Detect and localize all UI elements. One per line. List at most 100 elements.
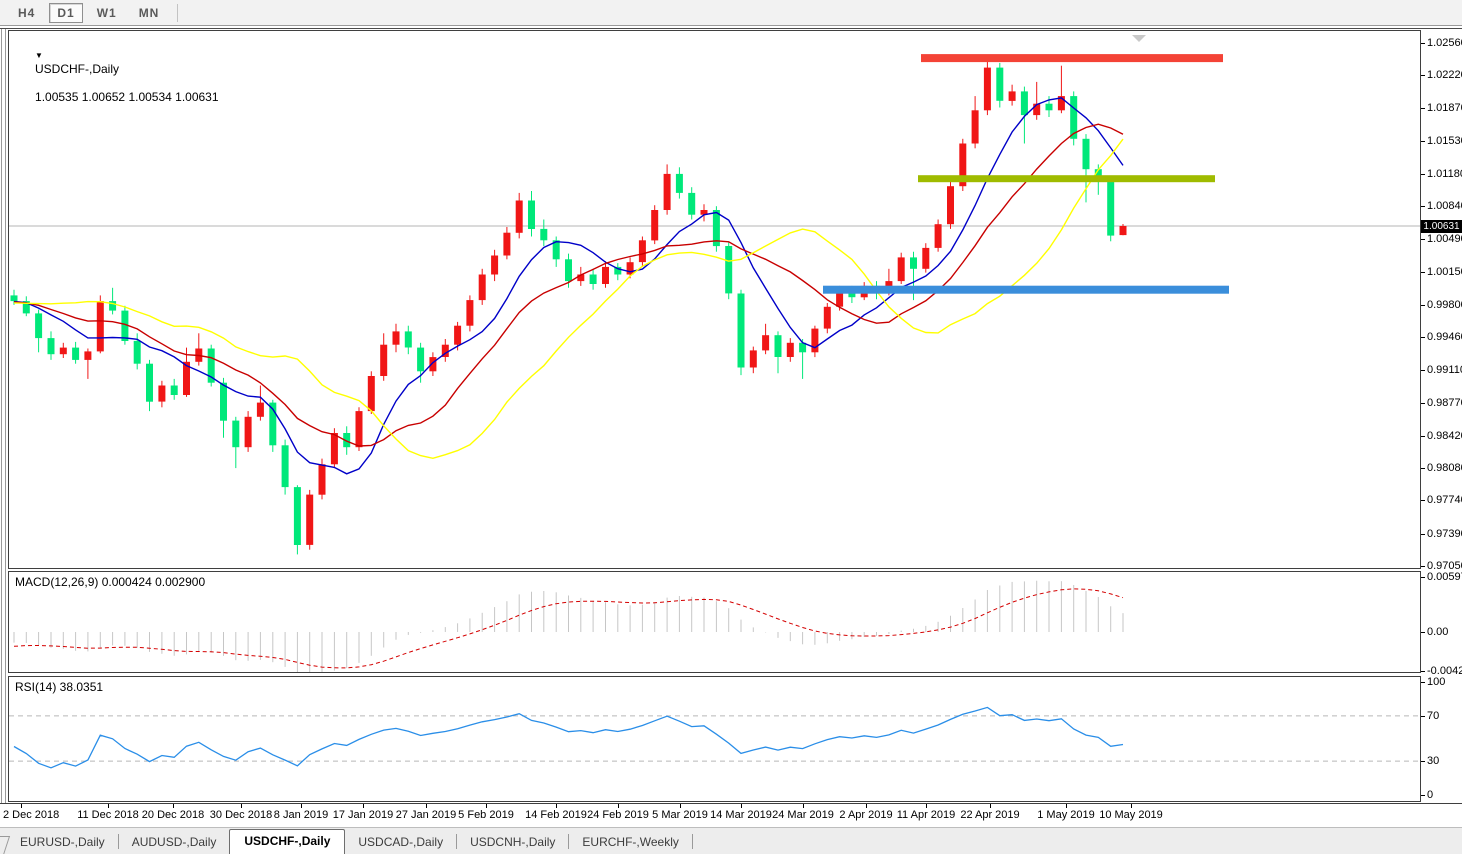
tab-separator — [691, 834, 693, 849]
date-tick — [426, 804, 427, 808]
axis-tick — [1421, 42, 1425, 44]
trading-platform-window: H4 D1 W1 MN ▼ USDCHF-,Daily 1.00535 1.00652… — [0, 0, 1462, 854]
date-tick — [486, 804, 487, 808]
axis-tick — [1421, 206, 1425, 208]
chart-tab-eurusd[interactable]: EURUSD-,Daily — [7, 831, 118, 854]
date-label: 5 Feb 2019 — [458, 809, 514, 821]
axis-tick — [1421, 337, 1425, 339]
date-tick — [741, 804, 742, 808]
date-axis: 2 Dec 2018 11 Dec 2018 20 Dec 2018 30 Dec 2… — [0, 803, 1462, 827]
axis-tick — [1421, 533, 1425, 535]
axis-tick — [1421, 75, 1425, 77]
axis-label: 0.99800 — [1427, 298, 1462, 311]
axis-label: 1.02220 — [1427, 69, 1462, 82]
timeframe-button-w1[interactable]: W1 — [89, 3, 125, 23]
date-label: 22 Apr 2019 — [960, 809, 1020, 821]
date-tick — [618, 804, 619, 808]
axis-label: 70 — [1427, 709, 1440, 722]
date-tick — [990, 804, 991, 808]
candlestick-chart — [9, 35, 1420, 555]
date-tick — [803, 804, 804, 808]
date-label: 10 May 2019 — [1099, 809, 1163, 821]
axis-tick — [1421, 304, 1425, 306]
axis-label: 0.97390 — [1427, 527, 1462, 540]
symbol-dropdown-icon: ▼ — [35, 51, 43, 60]
chart-tab-usdcad[interactable]: USDCAD-,Daily — [345, 831, 456, 854]
macd-label: MACD(12,26,9) 0.000424 0.002900 — [15, 575, 206, 589]
axis-tick — [1421, 500, 1425, 502]
date-label: 11 Dec 2018 — [77, 809, 139, 821]
date-label: 24 Mar 2019 — [772, 809, 834, 821]
macd-chart — [13, 580, 1124, 672]
date-tick — [1131, 804, 1132, 808]
date-label: 2 Apr 2019 — [839, 809, 893, 821]
axis-label: 0.97740 — [1427, 494, 1462, 507]
date-label: 5 Mar 2019 — [652, 809, 708, 821]
ma-slow-yellow[interactable] — [13, 138, 1124, 460]
support-line-blue[interactable] — [823, 285, 1229, 294]
date-tick — [301, 804, 302, 808]
chart-shift-marker-icon — [1132, 35, 1146, 42]
macd-panel: MACD(12,26,9) 0.000424 0.002900 — [8, 571, 1421, 673]
date-tick — [926, 804, 927, 808]
axis-label: 0.00597 — [1427, 570, 1462, 583]
date-label: 24 Feb 2019 — [587, 809, 649, 821]
date-label: 14 Feb 2019 — [525, 809, 587, 821]
axis-tick — [1421, 671, 1425, 673]
axis-tick — [1421, 632, 1425, 633]
axis-tick — [1421, 435, 1425, 437]
axis-tick — [1421, 682, 1425, 683]
date-label: 1 May 2019 — [1037, 809, 1095, 821]
date-tick — [363, 804, 364, 808]
date-tick — [108, 804, 109, 808]
resistance-line-red[interactable] — [921, 54, 1223, 63]
date-tick — [866, 804, 867, 808]
rsi-label: RSI(14) 38.0351 — [15, 680, 104, 694]
chart-ohlc-values: 1.00535 1.00652 1.00534 1.00631 — [35, 90, 219, 104]
chart-tab-usdcnh[interactable]: USDCNH-,Daily — [457, 831, 568, 854]
axis-label: 0.00 — [1427, 626, 1449, 638]
axis-label: 1.00840 — [1427, 200, 1462, 213]
chart-tab-audusd[interactable]: AUDUSD-,Daily — [119, 831, 230, 854]
axis-label: 1.00150 — [1427, 265, 1462, 278]
axis-label: 1.01870 — [1427, 102, 1462, 115]
date-tick — [1066, 804, 1067, 808]
date-tick — [173, 804, 174, 808]
axis-tick — [1421, 370, 1425, 372]
toolbar-separator — [177, 3, 179, 22]
chart-tab-bar: EURUSD-,Daily AUDUSD-,Daily USDCHF-,Daily U… — [0, 827, 1462, 854]
rsi-chart — [9, 706, 1420, 769]
price-axis: 1.00631 1.02560 1.02220 1.01870 1.01530 1.01… — [1421, 29, 1462, 802]
axis-tick — [1421, 239, 1425, 241]
axis-label: 0.98770 — [1427, 396, 1462, 409]
axis-tick — [1421, 173, 1425, 175]
price-chart-panel: ▼ USDCHF-,Daily 1.00535 1.00652 1.00534 … — [8, 30, 1421, 569]
timeframe-button-d1[interactable]: D1 — [49, 2, 83, 23]
date-label: 17 Jan 2019 — [332, 809, 394, 821]
axis-label: 1.01180 — [1427, 167, 1462, 180]
window-left-border — [1, 29, 2, 826]
axis-tick — [1421, 795, 1425, 796]
chart-tab-eurchf[interactable]: EURCHF-,Weekly — [569, 831, 691, 854]
timeframe-button-h4[interactable]: H4 — [10, 3, 43, 23]
date-label: 30 Dec 2018 — [209, 809, 273, 821]
axis-label: 0.99460 — [1427, 331, 1462, 344]
macd-histogram — [13, 580, 1124, 672]
axis-label: 100 — [1427, 676, 1446, 688]
rsi-panel: RSI(14) 38.0351 — [8, 676, 1421, 802]
axis-label: 0.98080 — [1427, 462, 1462, 475]
axis-tick — [1421, 402, 1425, 404]
chart-tab-usdchf[interactable]: USDCHF-,Daily — [229, 829, 346, 854]
axis-tick — [1421, 565, 1425, 567]
candles-layer — [10, 60, 1127, 555]
support-line-olive[interactable] — [918, 175, 1215, 183]
axis-label: 0 — [1427, 789, 1434, 801]
date-tick — [680, 804, 681, 808]
axis-tick — [1421, 715, 1425, 717]
date-label: 2 Dec 2018 — [3, 809, 60, 821]
timeframe-button-mn[interactable]: MN — [131, 3, 168, 23]
date-tick — [21, 804, 22, 808]
current-price-tag: 1.00631 — [1421, 219, 1462, 233]
timeframe-toolbar: H4 D1 W1 MN — [0, 0, 1462, 26]
chart-symbol-label: USDCHF-,Daily — [35, 62, 120, 76]
